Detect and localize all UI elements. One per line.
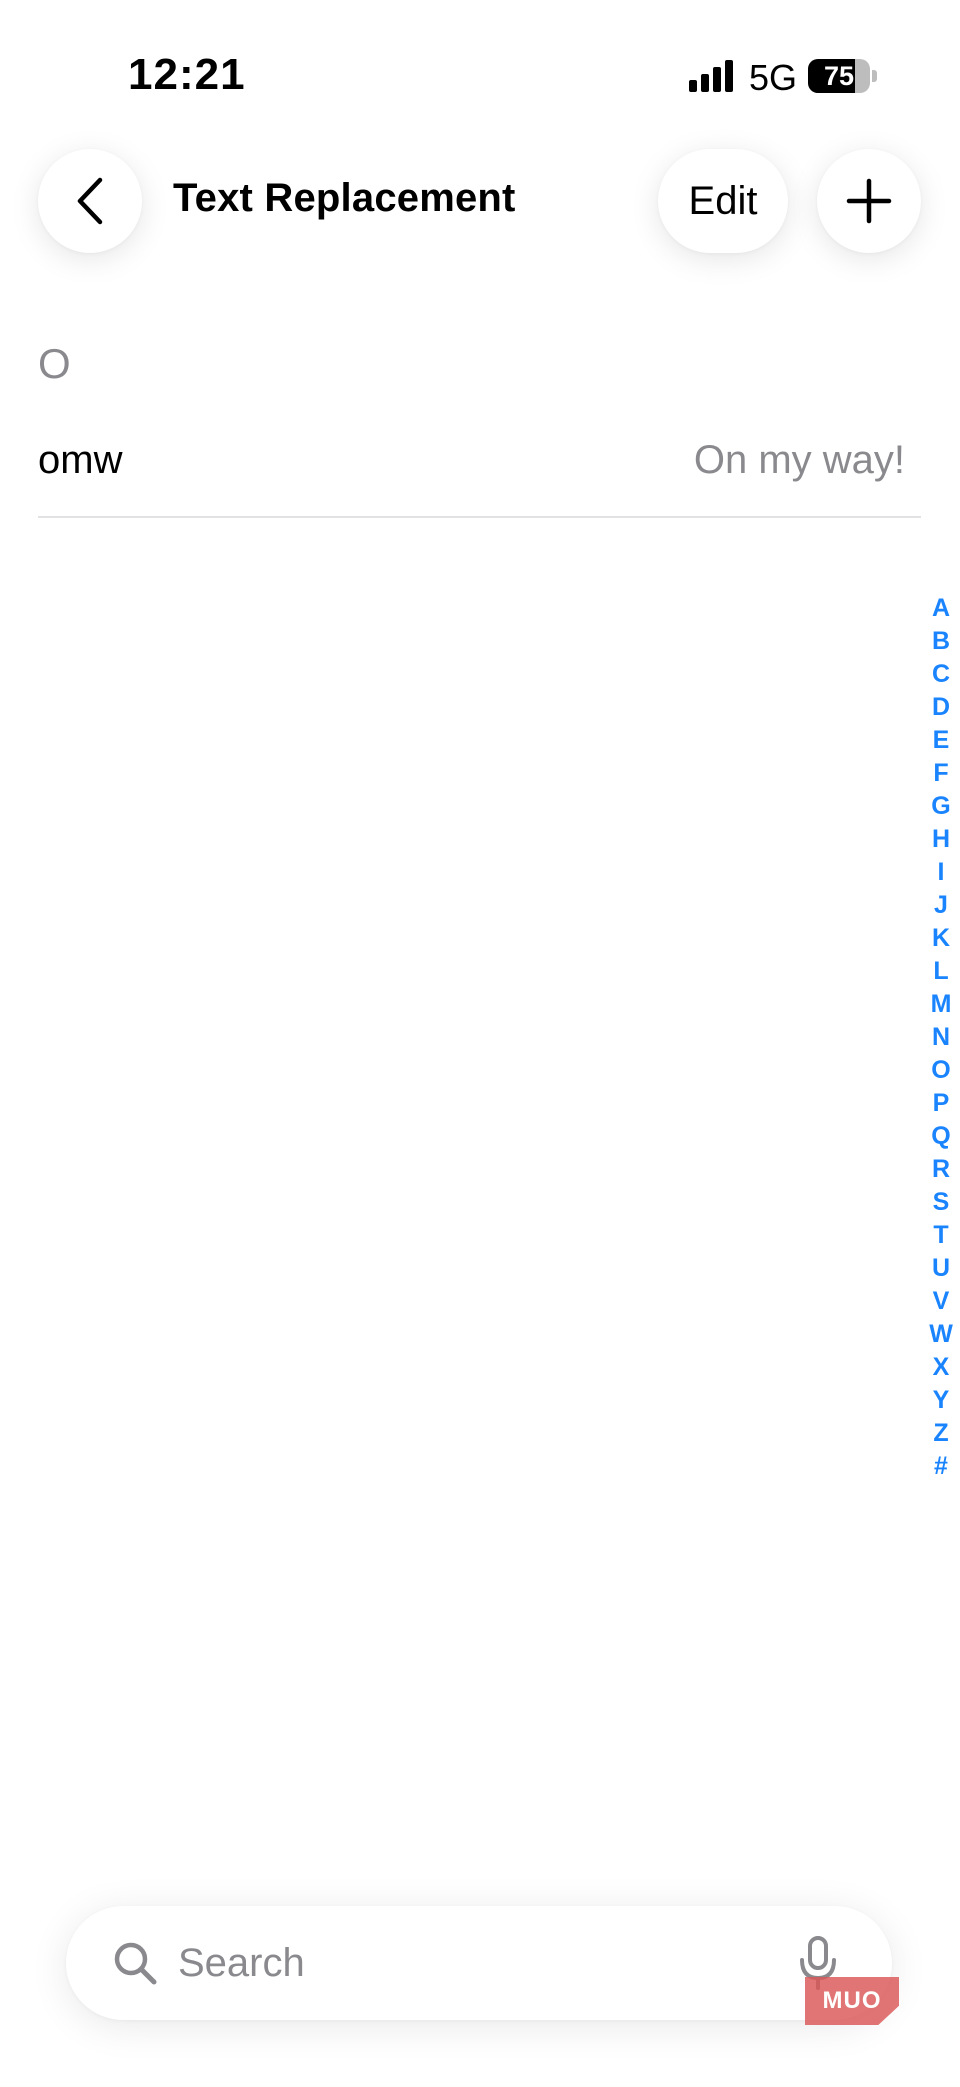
index-letter-o[interactable]: O (931, 1054, 950, 1087)
add-button[interactable] (817, 149, 921, 253)
search-icon (114, 1942, 157, 1985)
text-replacement-row[interactable]: omw On my way! (38, 418, 921, 518)
index-letter-x[interactable]: X (933, 1351, 950, 1384)
index-letter-z[interactable]: Z (933, 1417, 948, 1450)
edit-button[interactable]: Edit (658, 149, 788, 253)
page-title: Text Replacement (173, 176, 516, 220)
back-button[interactable] (38, 149, 142, 253)
index-letter-q[interactable]: Q (931, 1120, 950, 1153)
section-index[interactable]: A B C D E F G H I J K L M N O P Q R S T U V W X Y Z # (922, 592, 960, 1483)
muo-watermark-logo: MUO (805, 1977, 899, 2025)
index-letter-d[interactable]: D (932, 691, 950, 724)
search-input[interactable] (178, 1930, 738, 1996)
index-letter-g[interactable]: G (931, 790, 950, 823)
battery-tip (872, 70, 877, 82)
index-letter-f[interactable]: F (933, 757, 948, 790)
index-letter-w[interactable]: W (929, 1318, 953, 1351)
index-letter-c[interactable]: C (932, 658, 950, 691)
battery-level: 75 (823, 61, 855, 91)
cellular-signal-icon (689, 60, 733, 92)
index-letter-y[interactable]: Y (933, 1384, 950, 1417)
network-type-label: 5G (749, 57, 798, 98)
index-letter-h[interactable]: H (932, 823, 950, 856)
status-time: 12:21 (128, 50, 246, 99)
index-letter-k[interactable]: K (932, 922, 950, 955)
chevron-left-icon (77, 177, 103, 225)
index-letter-m[interactable]: M (931, 988, 952, 1021)
index-letter-b[interactable]: B (932, 625, 950, 658)
row-shortcut: omw (38, 438, 123, 482)
section-header-o: O (38, 340, 71, 387)
plus-icon (846, 178, 892, 224)
row-phrase: On my way! (693, 438, 905, 482)
index-letter-u[interactable]: U (932, 1252, 950, 1285)
battery-body: 75 (808, 59, 870, 93)
index-letter-l[interactable]: L (933, 955, 948, 988)
index-letter-s[interactable]: S (933, 1186, 950, 1219)
index-letter-j[interactable]: J (934, 889, 948, 922)
index-letter-n[interactable]: N (932, 1021, 950, 1054)
battery-icon: 75 (808, 59, 878, 93)
index-letter-r[interactable]: R (932, 1153, 950, 1186)
index-letter-hash[interactable]: # (934, 1450, 948, 1483)
index-letter-i[interactable]: I (938, 856, 945, 889)
status-bar: 12:21 5G 75 (0, 0, 960, 150)
search-bar[interactable] (66, 1906, 892, 2020)
index-letter-t[interactable]: T (933, 1219, 948, 1252)
index-letter-p[interactable]: P (933, 1087, 950, 1120)
index-letter-v[interactable]: V (933, 1285, 950, 1318)
index-letter-a[interactable]: A (932, 592, 950, 625)
index-letter-e[interactable]: E (933, 724, 950, 757)
